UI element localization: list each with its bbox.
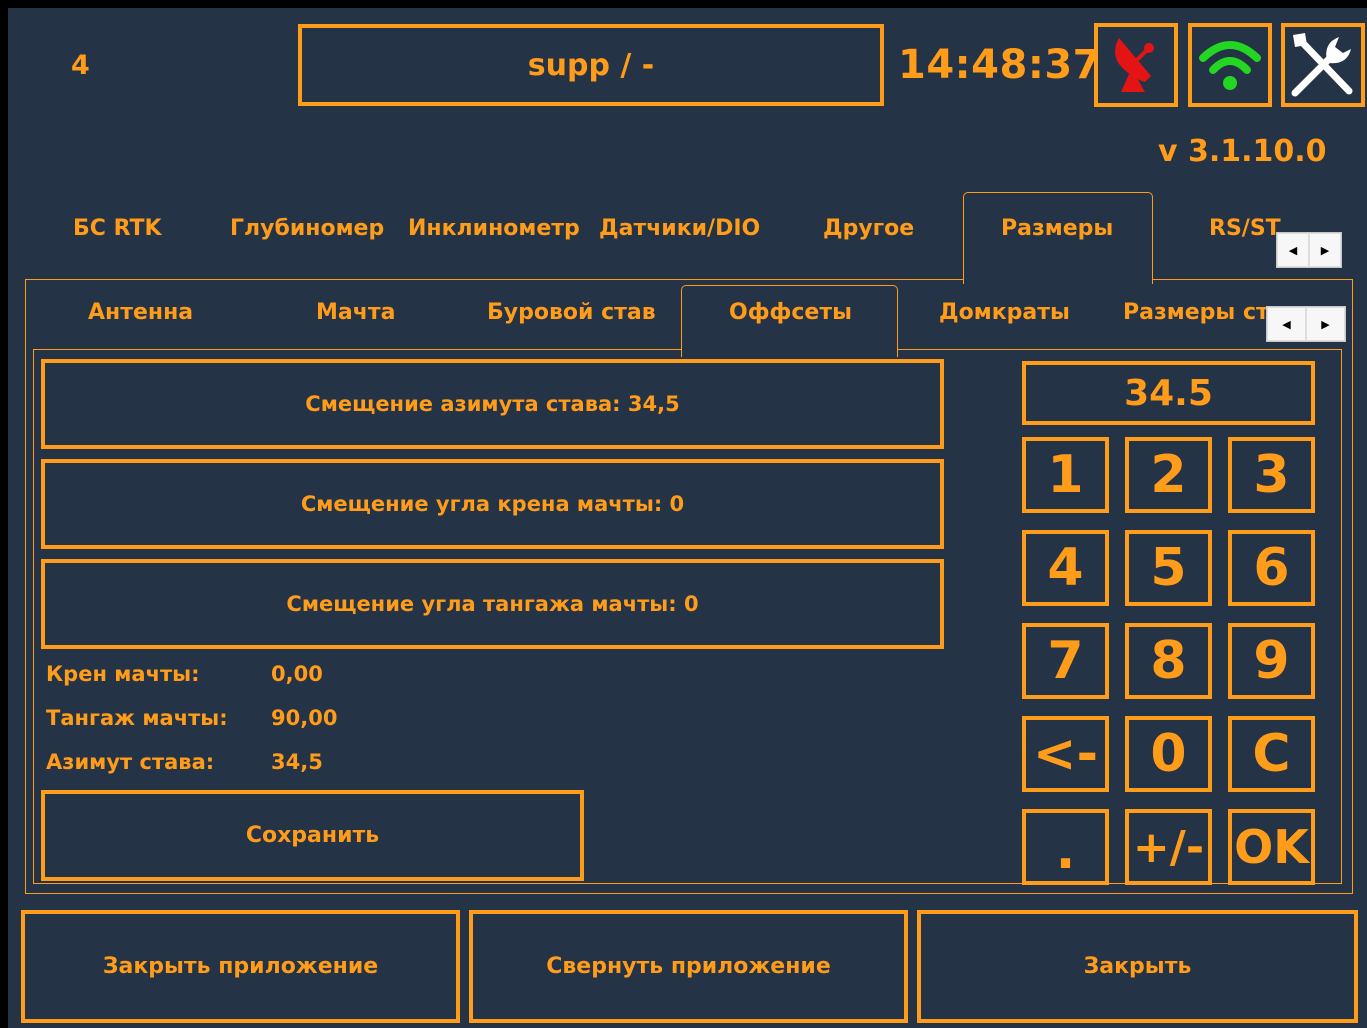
keypad-display: 34.5 — [1022, 361, 1315, 425]
key-sign[interactable]: +/- — [1125, 809, 1212, 885]
main-tabs-scroller[interactable]: ◀ ▶ — [1276, 232, 1342, 268]
key-ok[interactable]: OK — [1228, 809, 1315, 885]
tab-sensors-dio[interactable]: Датчики/DIO — [599, 216, 760, 241]
save-button[interactable]: Сохранить — [41, 790, 584, 881]
key-7[interactable]: 7 — [1022, 623, 1109, 699]
scroll-left-icon[interactable]: ◀ — [1277, 233, 1309, 267]
wifi-status-button[interactable] — [1188, 23, 1272, 107]
key-2[interactable]: 2 — [1125, 437, 1212, 513]
azimuth-offset-button[interactable]: Смещение азимута става: 34,5 — [41, 359, 944, 449]
rod-azimuth-value: 34,5 — [271, 750, 323, 774]
tools-icon — [1291, 33, 1353, 97]
settings-button[interactable] — [1281, 23, 1365, 107]
mast-pitch-value: 90,00 — [271, 706, 338, 730]
clock: 14:48:37 — [898, 42, 1101, 88]
roll-offset-button[interactable]: Смещение угла крена мачты: 0 — [41, 459, 944, 549]
title-bar[interactable]: supp / - — [298, 24, 884, 106]
app-screen: 4 supp / - 14:48:37 v 3.1.10.0 БС RTK Гл… — [8, 8, 1367, 1028]
subtab-offsets[interactable]: Оффсеты — [729, 300, 852, 325]
mast-roll-label: Крен мачты: — [46, 662, 200, 686]
version-label: v 3.1.10.0 — [1158, 134, 1327, 169]
key-4[interactable]: 4 — [1022, 530, 1109, 606]
mast-roll-value: 0,00 — [271, 662, 323, 686]
key-9[interactable]: 9 — [1228, 623, 1315, 699]
tab-rs-st[interactable]: RS/ST — [1209, 216, 1281, 241]
subtab-rod-sizes[interactable]: Размеры ст — [1123, 300, 1268, 325]
pitch-offset-button[interactable]: Смещение угла тангажа мачты: 0 — [41, 559, 944, 649]
key-backspace[interactable]: <- — [1022, 716, 1109, 792]
subtab-drill-rod[interactable]: Буровой став — [487, 300, 656, 325]
satellite-status-button[interactable] — [1094, 23, 1178, 107]
tab-depth-gauge[interactable]: Глубиномер — [230, 216, 384, 241]
mast-pitch-label: Тангаж мачты: — [46, 706, 228, 730]
key-decimal[interactable]: . — [1022, 809, 1109, 885]
key-3[interactable]: 3 — [1228, 437, 1315, 513]
wifi-icon — [1199, 41, 1261, 90]
station-number: 4 — [71, 50, 90, 81]
tab-other[interactable]: Другое — [823, 216, 914, 241]
key-0[interactable]: 0 — [1125, 716, 1212, 792]
tab-bs-rtk[interactable]: БС RTK — [73, 216, 162, 241]
close-app-button[interactable]: Закрыть приложение — [21, 910, 460, 1023]
subtab-mast[interactable]: Мачта — [316, 300, 395, 325]
scroll-right-icon[interactable]: ▶ — [1306, 307, 1345, 341]
rod-azimuth-label: Азимут става: — [46, 750, 215, 774]
scroll-right-icon[interactable]: ▶ — [1309, 233, 1341, 267]
satellite-dish-icon — [1115, 38, 1154, 92]
tab-inclinometer[interactable]: Инклинометр — [408, 216, 580, 241]
tab-dimensions[interactable]: Размеры — [1001, 216, 1113, 241]
scroll-left-icon[interactable]: ◀ — [1267, 307, 1306, 341]
key-1[interactable]: 1 — [1022, 437, 1109, 513]
close-button[interactable]: Закрыть — [917, 910, 1358, 1023]
key-5[interactable]: 5 — [1125, 530, 1212, 606]
key-8[interactable]: 8 — [1125, 623, 1212, 699]
subtab-antenna[interactable]: Антенна — [88, 300, 193, 325]
minimize-app-button[interactable]: Свернуть приложение — [469, 910, 908, 1023]
subtab-jacks[interactable]: Домкраты — [939, 300, 1070, 325]
key-clear[interactable]: C — [1228, 716, 1315, 792]
sub-tabs-scroller[interactable]: ◀ ▶ — [1266, 306, 1346, 342]
key-6[interactable]: 6 — [1228, 530, 1315, 606]
